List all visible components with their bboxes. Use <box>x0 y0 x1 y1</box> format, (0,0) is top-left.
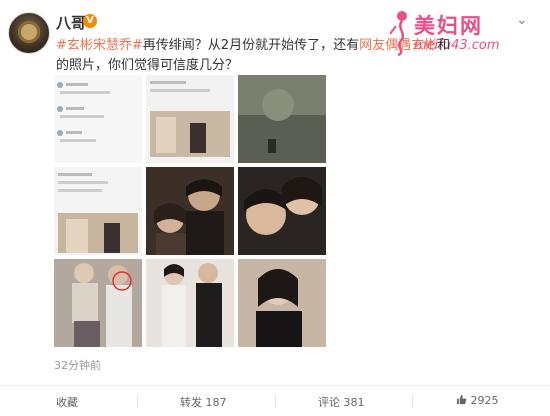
divider <box>412 394 413 408</box>
image-thumb-chat-screenshot[interactable] <box>54 75 142 163</box>
post-body: #玄彬宋慧乔#再传绯闻？从2月份就开始传了，还有网友偶遇玄彬和 的照片，你们觉得… <box>56 36 496 76</box>
like-count: 2925 <box>470 394 499 407</box>
topic-link[interactable]: 网友偶遇玄彬 <box>359 38 437 53</box>
post-text-part: 和 <box>437 38 451 53</box>
favorite-button[interactable]: 收藏 <box>56 394 78 410</box>
post-text-part: 再传绯闻？从2月份就开始传了，还有 <box>142 38 360 53</box>
image-thumb-photo-3[interactable] <box>54 167 142 255</box>
image-thumb-photo-7[interactable] <box>146 259 234 347</box>
image-thumb-photo-8[interactable] <box>238 259 326 347</box>
like-button[interactable]: 2925 <box>456 394 499 407</box>
image-thumb-photo-4[interactable] <box>146 167 234 255</box>
action-bar: 收藏 转发 187 评论 381 2925 <box>0 385 550 416</box>
post-timestamp: 32分钟前 <box>54 359 101 372</box>
repost-button[interactable]: 转发 187 <box>180 394 227 410</box>
user-avatar[interactable] <box>8 12 50 54</box>
image-thumb-photo-6[interactable] <box>54 259 142 347</box>
divider <box>137 394 138 408</box>
username[interactable]: 八哥 <box>56 12 86 33</box>
image-thumb-photo-1[interactable] <box>146 75 234 163</box>
vip-icon: V <box>83 14 97 28</box>
hashtag-link[interactable]: #玄彬宋慧乔# <box>56 38 143 53</box>
avatar-crest <box>18 21 40 43</box>
post-text-part: 的照片，你们觉得可信度几分？ <box>56 58 239 73</box>
image-thumb-photo-2[interactable] <box>238 75 326 163</box>
thumb-up-icon <box>456 394 467 405</box>
divider <box>275 394 276 408</box>
weibo-post-card: 八哥 V ⌄ 美妇网 meifu43.com #玄彬宋慧乔#再传绯闻？从2月份就… <box>0 0 550 415</box>
comment-button[interactable]: 评论 381 <box>318 394 365 410</box>
image-thumb-photo-5[interactable] <box>238 167 326 255</box>
